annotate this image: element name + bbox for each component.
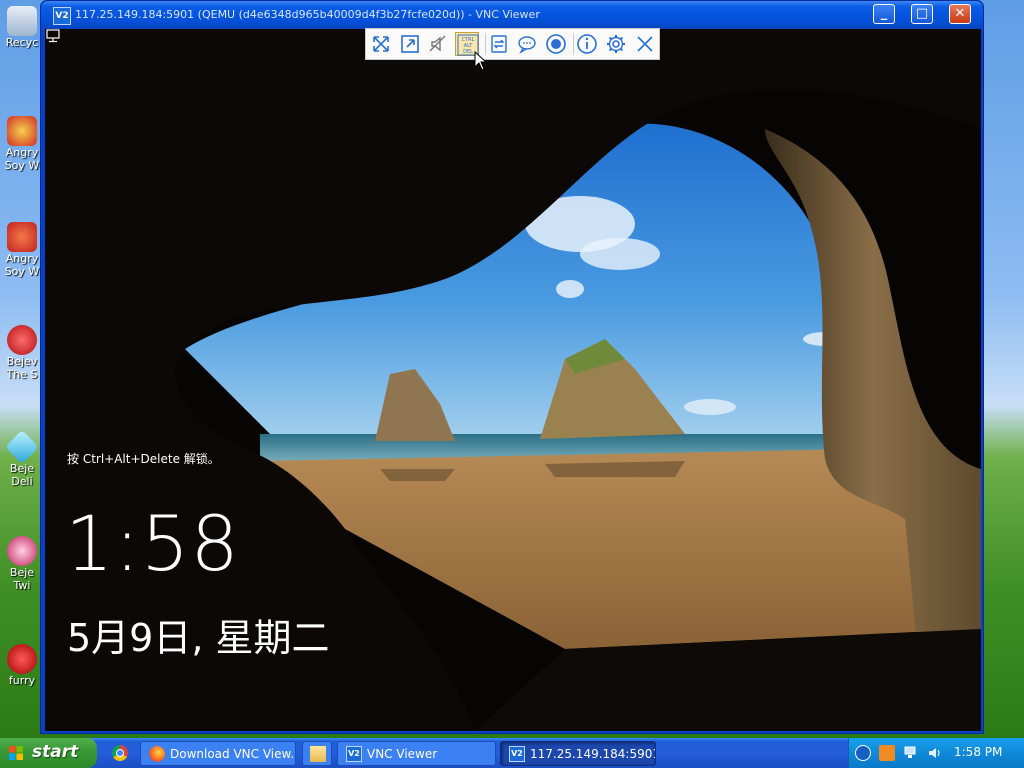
gem-icon — [5, 430, 39, 464]
info-button[interactable] — [575, 32, 599, 56]
taskbar-item-explorer[interactable] — [302, 741, 332, 766]
network-icon[interactable] — [45, 29, 61, 43]
taskbar-item-label: Download VNC View... — [170, 747, 296, 761]
toolbar-close-button[interactable] — [633, 32, 657, 56]
lockscreen-date: 5月9日, 星期二 — [67, 616, 330, 660]
maximize-button[interactable]: □ — [911, 4, 933, 24]
furry-icon — [7, 644, 37, 674]
twist-icon — [7, 536, 37, 566]
minimize-button[interactable]: _ — [873, 4, 895, 24]
firefox-icon — [149, 746, 165, 762]
desktop-icon-label: Beje Deli — [9, 462, 35, 488]
vnc-viewer-icon: V2 — [346, 746, 362, 762]
desktop-icon-label: Recyc — [5, 36, 39, 49]
desktop-icon-label: furry — [8, 674, 36, 687]
chrome-quicklaunch-icon[interactable] — [112, 745, 128, 761]
desktop-icon-bejeweled-3[interactable]: Bejev The S — [0, 325, 44, 381]
desktop-icon-bejeweled-deluxe[interactable]: Beje Deli — [0, 430, 44, 488]
taskbar-item-label: 117.25.149.184:5901... — [530, 747, 655, 761]
chat-icon — [518, 36, 536, 54]
desktop-icon-label: Beje Twi — [9, 566, 35, 592]
network-tray-icon[interactable] — [903, 745, 919, 761]
bejeweled-icon — [7, 325, 37, 355]
settings-button[interactable] — [604, 32, 628, 56]
mute-button[interactable] — [426, 32, 450, 56]
info-icon — [577, 34, 597, 54]
remote-screen[interactable]: 按 Ctrl+Alt+Delete 解锁。 1:58 5月9日, 星期二 — [45, 29, 981, 731]
vnc-toolbar: CTRL ALT DEL — [365, 28, 660, 60]
close-button[interactable]: ✕ — [949, 4, 971, 24]
folder-icon — [310, 746, 326, 762]
mouse-cursor-icon — [474, 51, 488, 71]
taskbar-clock: 1:58 PM — [954, 745, 1003, 759]
desktop-icon-label: Angry Soy W — [4, 146, 40, 172]
desktop-icon-angry-birds-1[interactable]: Angry Soy W — [0, 116, 44, 172]
back-arrow-icon[interactable] — [855, 745, 871, 761]
desktop-icon-label: Angry Soy W — [4, 252, 40, 278]
window-title: 117.25.149.184:5901 (QEMU (d4e6348d965b4… — [75, 8, 540, 21]
vnc-viewer-window: V2 117.25.149.184:5901 (QEMU (d4e6348d96… — [40, 0, 984, 734]
scale-button[interactable] — [398, 32, 422, 56]
window-titlebar[interactable]: V2 117.25.149.184:5901 (QEMU (d4e6348d96… — [41, 1, 983, 29]
app-tray-icon[interactable] — [879, 745, 895, 761]
desktop-icon-bejeweled-twist[interactable]: Beje Twi — [0, 536, 44, 592]
fullscreen-icon — [373, 36, 389, 52]
angry-birds-icon — [7, 222, 37, 252]
scale-icon — [401, 35, 419, 53]
gear-icon — [607, 35, 625, 53]
taskbar-item-label: VNC Viewer — [367, 747, 438, 761]
start-label: start — [32, 742, 79, 762]
desktop-icon-recycle-bin[interactable]: Recyc — [0, 6, 44, 49]
recycle-bin-icon — [7, 6, 37, 36]
transfer-button[interactable] — [487, 32, 511, 56]
taskbar-item-vnc-viewer[interactable]: V2 VNC Viewer — [337, 741, 496, 766]
system-tray: 1:58 PM — [848, 738, 1024, 768]
chat-button[interactable] — [515, 32, 539, 56]
desktop-icon-angry-birds-2[interactable]: Angry Soy W — [0, 222, 44, 278]
lockscreen-hint: 按 Ctrl+Alt+Delete 解锁。 — [67, 452, 220, 466]
close-icon — [637, 36, 653, 52]
record-icon — [546, 34, 566, 54]
desktop-icon-label: Bejev The S — [6, 355, 38, 381]
lockscreen-time: 1:58 — [65, 499, 240, 588]
taskbar-item-vnc-session[interactable]: V2 117.25.149.184:5901... — [500, 741, 656, 766]
vnc-viewer-icon: V2 — [509, 746, 525, 762]
fullscreen-button[interactable] — [369, 32, 393, 56]
windows-logo-icon — [9, 746, 23, 760]
angry-birds-icon — [7, 116, 37, 146]
record-button[interactable] — [544, 32, 568, 56]
mute-icon — [429, 35, 446, 52]
start-button[interactable]: start — [0, 738, 97, 768]
taskbar-item-firefox[interactable]: Download VNC View... — [140, 741, 296, 766]
transfer-icon — [491, 35, 507, 53]
vnc-viewer-icon: V2 — [53, 7, 71, 25]
del-label: DEL — [463, 49, 473, 55]
desktop-icon-furry[interactable]: furry — [0, 644, 44, 687]
volume-icon[interactable] — [927, 745, 943, 761]
toolbar-separator — [573, 33, 574, 55]
